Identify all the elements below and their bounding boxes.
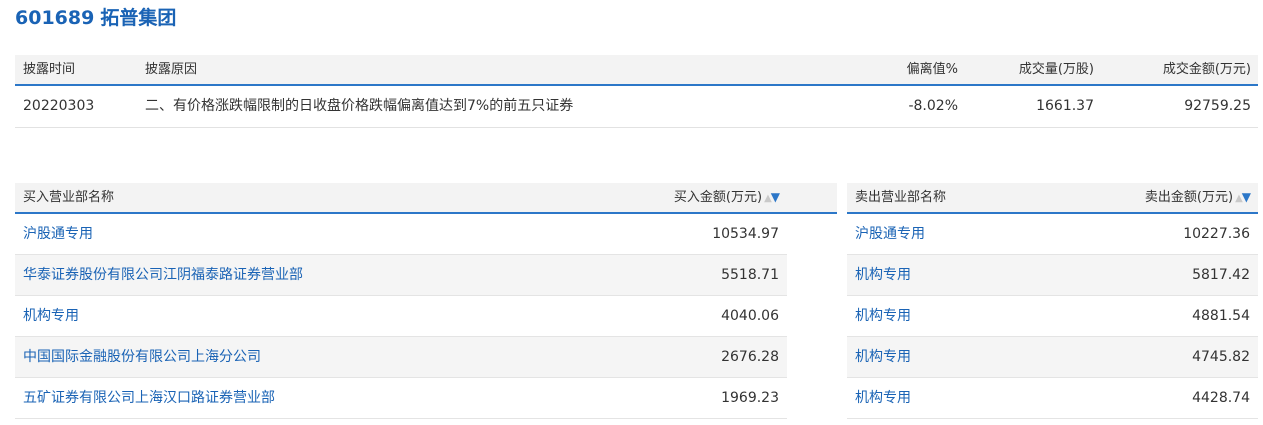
triangle-down-icon[interactable]: ▼ <box>1242 190 1251 204</box>
buy-branch-name-link[interactable]: 中国国际金融股份有限公司上海分公司 <box>23 337 261 377</box>
buy-branch-name-link[interactable]: 五矿证券有限公司上海汉口路证券营业部 <box>23 378 275 418</box>
buy-table-row: 五矿证券有限公司上海汉口路证券营业部 1969.23 <box>15 378 787 419</box>
buy-amount: 10534.97 <box>712 226 779 242</box>
buy-branch-name-link[interactable]: 机构专用 <box>23 296 79 336</box>
sell-amount: 4428.74 <box>1192 390 1250 406</box>
sort-toggle[interactable]: ▲▼ <box>1235 190 1251 204</box>
buy-amount: 2676.28 <box>721 349 779 365</box>
sell-table-row: 机构专用 4745.82 <box>847 337 1258 378</box>
buy-amount: 5518.71 <box>721 267 779 283</box>
header-volume: 成交量(万股) <box>1018 62 1094 77</box>
sell-amount: 5817.42 <box>1192 267 1250 283</box>
header-sell-amount-label: 卖出金额(万元) <box>1144 190 1234 205</box>
disclosure-row: 20220303 二、有价格涨跌幅限制的日收盘价格跌幅偏离值达到7%的前五只证券… <box>15 86 1258 128</box>
sell-table: 卖出营业部名称 卖出金额(万元) ▲▼ 沪股通专用 10227.36 机构专用 5817… <box>847 183 1258 419</box>
page-title: 601689 拓普集团 <box>15 5 182 31</box>
sell-amount: 4745.82 <box>1192 349 1250 365</box>
disclosure-table: 披露时间 披露原因 偏离值% 成交量(万股) 成交金额(万元) 20220303… <box>15 55 1258 128</box>
disclosure-amount: 92759.25 <box>1184 98 1251 114</box>
buy-table-row: 沪股通专用 10534.97 <box>15 214 787 255</box>
stock-name: 拓普集团 <box>100 7 177 29</box>
buy-header-row: 买入营业部名称 买入金额(万元) ▲▼ <box>15 183 837 214</box>
header-deviation: 偏离值% <box>906 62 958 77</box>
sell-table-row: 沪股通专用 10227.36 <box>847 214 1258 255</box>
sell-branch-name-link[interactable]: 机构专用 <box>855 255 911 295</box>
triangle-up-icon[interactable]: ▲ <box>1235 193 1243 204</box>
sell-branch-name-link[interactable]: 机构专用 <box>855 378 911 418</box>
buy-table-row: 华泰证券股份有限公司江阴福泰路证券营业部 5518.71 <box>15 255 787 296</box>
buy-table-row: 机构专用 4040.06 <box>15 296 787 337</box>
buy-branch-name-link[interactable]: 华泰证券股份有限公司江阴福泰路证券营业部 <box>23 255 303 295</box>
sell-table-row: 机构专用 5817.42 <box>847 255 1258 296</box>
sell-branch-name-link[interactable]: 沪股通专用 <box>855 214 925 254</box>
sell-amount: 4881.54 <box>1192 308 1250 324</box>
stock-code: 601689 <box>15 7 95 29</box>
buy-amount: 4040.06 <box>721 308 779 324</box>
disclosure-reason: 二、有价格涨跌幅限制的日收盘价格跌幅偏离值达到7%的前五只证券 <box>145 98 574 114</box>
disclosure-header-row: 披露时间 披露原因 偏离值% 成交量(万股) 成交金额(万元) <box>15 55 1258 86</box>
header-sell-branch-name: 卖出营业部名称 <box>855 190 947 205</box>
buy-table-row: 中国国际金融股份有限公司上海分公司 2676.28 <box>15 337 787 378</box>
triangle-up-icon[interactable]: ▲ <box>764 193 772 204</box>
sell-branch-name-link[interactable]: 机构专用 <box>855 296 911 336</box>
disclosure-deviation: -8.02% <box>908 98 958 114</box>
sell-amount: 10227.36 <box>1183 226 1250 242</box>
sell-table-row: 机构专用 4428.74 <box>847 378 1258 419</box>
header-buy-branch-name: 买入营业部名称 <box>23 190 115 205</box>
buy-table: 买入营业部名称 买入金额(万元) ▲▼ 沪股通专用 10534.97 华泰证券股份有限… <box>15 183 837 419</box>
sell-header-row: 卖出营业部名称 卖出金额(万元) ▲▼ <box>847 183 1258 214</box>
disclosure-time: 20220303 <box>23 98 95 114</box>
buy-branch-name-link[interactable]: 沪股通专用 <box>23 214 93 254</box>
header-buy-amount[interactable]: 买入金额(万元) ▲▼ <box>673 183 780 213</box>
header-buy-amount-label: 买入金额(万元) <box>673 190 763 205</box>
sell-branch-name-link[interactable]: 机构专用 <box>855 337 911 377</box>
triangle-down-icon[interactable]: ▼ <box>771 190 780 204</box>
header-sell-amount[interactable]: 卖出金额(万元) ▲▼ <box>1144 183 1251 213</box>
sell-table-row: 机构专用 4881.54 <box>847 296 1258 337</box>
buy-amount: 1969.23 <box>721 390 779 406</box>
header-amount: 成交金额(万元) <box>1162 62 1251 77</box>
sort-toggle[interactable]: ▲▼ <box>764 190 780 204</box>
header-disclosure-time: 披露时间 <box>23 62 76 77</box>
disclosure-volume: 1661.37 <box>1036 98 1094 114</box>
header-disclosure-reason: 披露原因 <box>145 62 198 77</box>
